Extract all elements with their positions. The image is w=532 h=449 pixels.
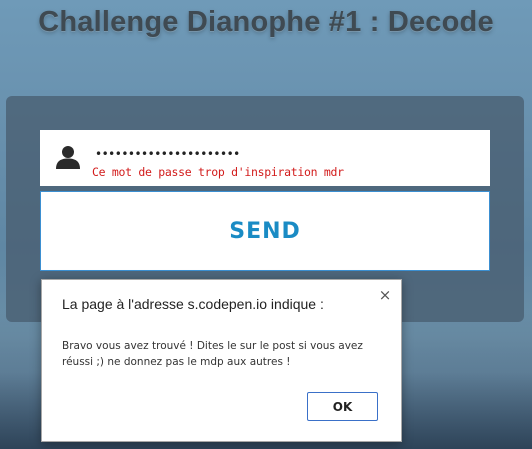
password-input[interactable] — [95, 144, 475, 164]
dialog-title: La page à l'adresse s.codepen.io indique… — [62, 296, 324, 312]
password-hint: Ce mot de passe trop d'inspiration mdr — [92, 165, 344, 179]
send-button[interactable]: SEND — [40, 191, 490, 271]
page-title: Challenge Dianophe #1 : Decode — [38, 6, 494, 38]
ok-button[interactable]: OK — [307, 392, 378, 421]
user-icon — [56, 146, 80, 169]
dialog-message: Bravo vous avez trouvé ! Dites le sur le… — [62, 340, 363, 368]
password-row: Ce mot de passe trop d'inspiration mdr — [40, 130, 490, 186]
alert-dialog: La page à l'adresse s.codepen.io indique… — [41, 279, 402, 442]
close-icon[interactable]: × — [377, 287, 393, 303]
